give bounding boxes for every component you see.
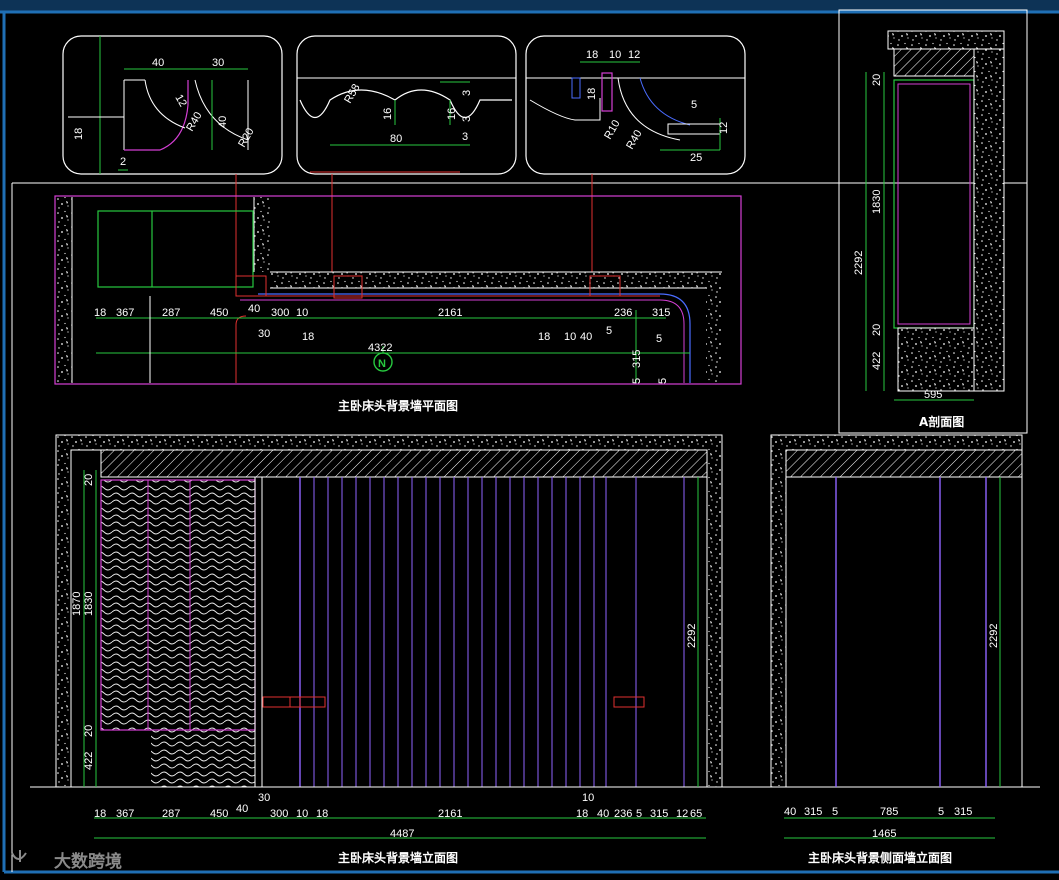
detail3-dim-8: 25 xyxy=(690,152,702,164)
section-vert-2: 20 xyxy=(871,324,883,336)
elev-left-1: 1870 xyxy=(71,592,83,616)
side-title: 主卧床头背景侧面墙立面图 xyxy=(808,850,952,865)
elev-bottom-5: 30 xyxy=(258,792,270,804)
detail1-dim-5: R20 xyxy=(236,126,256,149)
plan-dim-6: 10 xyxy=(296,307,308,319)
plan-dim-13: 10 xyxy=(564,331,576,343)
section-title: A剖面图 xyxy=(919,414,964,429)
elev-bottom-0: 18 xyxy=(94,808,106,820)
elev-height: 2292 xyxy=(686,624,698,648)
plan-dim-16: 5 xyxy=(656,333,662,345)
elev-bottom-11: 18 xyxy=(576,808,588,820)
detail3-dim-7: 12 xyxy=(718,122,730,134)
plan-view: N 18 367 287 450 40 300 10 2161 236 315 … xyxy=(54,195,742,413)
detail-leaders xyxy=(235,174,593,286)
elev-bottom-12: 40 xyxy=(597,808,609,820)
elev-bottom-2: 287 xyxy=(162,808,180,820)
detail1-dim-4: 40 xyxy=(217,116,229,128)
elev-bottom-7: 10 xyxy=(296,808,308,820)
plan-dim-total: 4322 xyxy=(368,342,392,354)
elev-bottom-6: 300 xyxy=(270,808,288,820)
detail1-dim-2: 12 xyxy=(172,93,189,110)
watermark-brand: 大数跨境 xyxy=(54,851,122,872)
plan-dim-12: 18 xyxy=(538,331,550,343)
detail2-dim-5: 3 xyxy=(461,116,473,122)
side-bottom-0: 40 xyxy=(784,806,796,818)
detail1-dim-7: 2 xyxy=(120,156,126,168)
elev-left-2: 1830 xyxy=(83,592,95,616)
plan-right-0: 315 xyxy=(631,350,643,368)
plan-dim-2: 287 xyxy=(162,307,180,319)
detail3-dim-3: 18 xyxy=(586,88,598,100)
elev-bottom-1: 367 xyxy=(116,808,134,820)
plan-dim-9: 315 xyxy=(652,307,670,319)
north-arrow-icon: N xyxy=(378,358,386,370)
side-total: 1465 xyxy=(872,828,896,840)
side-height: 2292 xyxy=(988,624,1000,648)
side-elevation: 2292 40 315 5 785 5 315 1465 主卧床头背景侧面墙立面… xyxy=(770,434,1023,865)
side-bottom-4: 5 xyxy=(938,806,944,818)
elevation-title: 主卧床头背景墙立面图 xyxy=(338,850,458,865)
section-view: 2292 20 1830 20 422 595 A剖面图 xyxy=(838,9,1028,434)
plan-title: 主卧床头背景墙平面图 xyxy=(338,398,458,413)
side-bottom-3: 785 xyxy=(880,806,898,818)
elev-left-4: 422 xyxy=(83,752,95,770)
detail1-dim-0: 40 xyxy=(152,57,164,69)
elev-bottom-16: 12 xyxy=(676,808,688,820)
detail3-dim-5: R40 xyxy=(624,128,644,151)
detail2-dim-4: 80 xyxy=(390,133,402,145)
side-bottom-5: 315 xyxy=(954,806,972,818)
detail2-dim-1: 3 xyxy=(461,90,473,96)
plan-right-2: 5 xyxy=(657,378,669,384)
plan-dim-7: 2161 xyxy=(438,307,462,319)
detail1-dim-6: 18 xyxy=(73,128,85,140)
elev-bottom-3: 450 xyxy=(210,808,228,820)
elev-left-0: 20 xyxy=(83,474,95,486)
detail1-dim-1: 30 xyxy=(212,57,224,69)
elev-bottom-15: 315 xyxy=(650,808,668,820)
detail2-dim-3: 16 xyxy=(446,108,458,120)
detail3-dim-4: R10 xyxy=(602,118,622,141)
elev-bottom-13: 236 xyxy=(614,808,632,820)
section-vert-1: 1830 xyxy=(871,190,883,214)
section-vert-3: 422 xyxy=(871,352,883,370)
detail2-dim-0: R58 xyxy=(342,82,362,105)
detail-panel-2: R58 3 16 16 80 3 3 xyxy=(296,35,517,175)
section-height: 2292 xyxy=(853,251,865,275)
section-vert-0: 20 xyxy=(871,74,883,86)
elev-bottom-8: 18 xyxy=(316,808,328,820)
elev-bottom-14: 5 xyxy=(636,808,642,820)
elev-bottom-9: 2161 xyxy=(438,808,462,820)
plan-dim-11: 18 xyxy=(302,331,314,343)
elev-bottom-17: 65 xyxy=(690,808,702,820)
plan-dim-10: 30 xyxy=(258,328,270,340)
plan-dim-3: 450 xyxy=(210,307,228,319)
detail-panel-3: 18 10 12 18 R10 R40 5 12 25 xyxy=(525,35,746,175)
elev-total: 4487 xyxy=(390,828,414,840)
section-width: 595 xyxy=(924,389,942,401)
elev-bottom-10: 10 xyxy=(582,792,594,804)
side-bottom-2: 5 xyxy=(832,806,838,818)
plan-dim-15: 5 xyxy=(606,325,612,337)
side-bottom-1: 315 xyxy=(804,806,822,818)
plan-right-1: 5 xyxy=(631,378,643,384)
elev-bottom-4: 40 xyxy=(236,803,248,815)
plan-dim-0: 18 xyxy=(94,307,106,319)
detail3-dim-0: 18 xyxy=(586,49,598,61)
detail2-dim-6: 3 xyxy=(462,131,468,143)
cad-drawing-canvas: 40 30 12 R40 40 R20 18 2 R58 3 16 16 80 … xyxy=(0,0,1059,874)
detail3-dim-1: 10 xyxy=(609,49,621,61)
plan-dim-1: 367 xyxy=(116,307,134,319)
watermark: 大数跨境 xyxy=(11,850,122,872)
watermark-logo-icon xyxy=(11,850,27,862)
plan-dim-5: 300 xyxy=(271,307,289,319)
plan-dim-4: 40 xyxy=(248,303,260,315)
detail3-dim-2: 12 xyxy=(628,49,640,61)
plan-dim-8: 236 xyxy=(614,307,632,319)
detail3-dim-6: 5 xyxy=(691,99,697,111)
plan-dim-14: 40 xyxy=(580,331,592,343)
detail-panel-1: 40 30 12 R40 40 R20 18 2 xyxy=(62,35,283,175)
elev-left-3: 20 xyxy=(83,725,95,737)
detail2-dim-2: 16 xyxy=(382,108,394,120)
